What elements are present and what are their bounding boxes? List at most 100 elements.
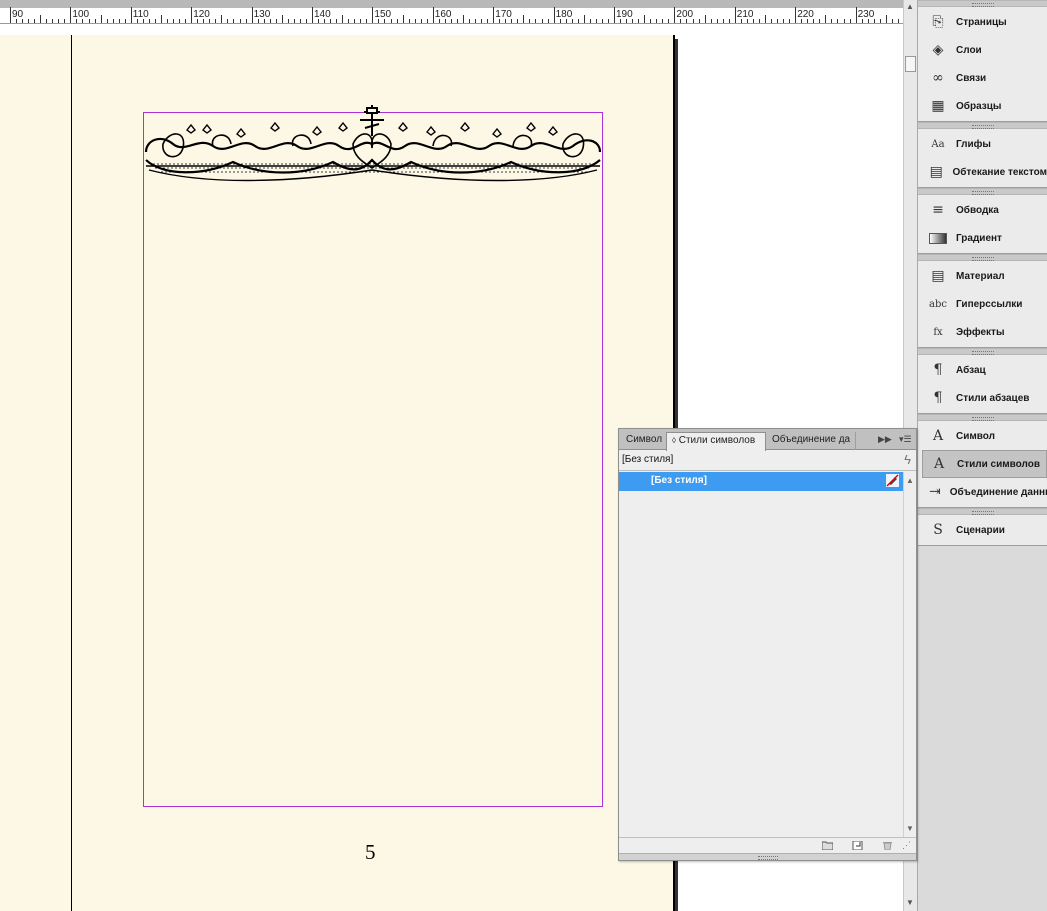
- current-style-label: [Без стиля]: [622, 454, 674, 465]
- dock-item[interactable]: fx Эффекты: [918, 318, 1047, 346]
- dock-item[interactable]: ⎘ Страницы: [918, 8, 1047, 36]
- styles-list[interactable]: [Без стиля]: [619, 472, 903, 837]
- ruler-major-tick: [795, 7, 797, 23]
- style-row-label: [Без стиля]: [651, 475, 707, 486]
- dock-item-label: Сценарии: [956, 524, 1005, 536]
- scroll-up-arrow-icon[interactable]: ▲: [906, 2, 914, 11]
- ruler-minor-tick: [861, 19, 863, 23]
- ruler-minor-tick: [650, 19, 652, 23]
- dock-group-grip[interactable]: [918, 188, 1047, 195]
- dock-item[interactable]: ¶ Абзац: [918, 356, 1047, 384]
- list-scroll-down-icon[interactable]: ▼: [906, 824, 914, 833]
- ruler-major-tick: [251, 7, 253, 23]
- current-style-bar: [Без стиля] ϟ: [619, 450, 916, 471]
- dock-group-grip[interactable]: [918, 414, 1047, 421]
- ruler-minor-tick: [305, 19, 307, 23]
- ruler-minor-tick: [481, 19, 483, 23]
- dock-group-grip[interactable]: [918, 122, 1047, 129]
- ruler-minor-tick: [118, 19, 120, 23]
- ruler-minor-tick: [825, 15, 827, 23]
- ruler-minor-tick: [758, 19, 760, 23]
- dock-item-label: Глифы: [956, 138, 991, 150]
- ruler-minor-tick: [40, 15, 42, 23]
- panel-bottom-grip[interactable]: [619, 853, 916, 860]
- swatches-icon: ▦: [931, 98, 945, 114]
- dock-item[interactable]: ⇥ Объединение данных: [918, 478, 1047, 506]
- ruler-minor-tick: [499, 19, 501, 23]
- tab-data-merge[interactable]: Объединение да: [767, 432, 856, 450]
- dock-item[interactable]: abc Гиперссылки: [918, 290, 1047, 318]
- dock-group: ⎘ Страницы ◈ Слои ∞ Связи ▦ Образцы: [918, 7, 1047, 122]
- ruler-minor-tick: [704, 15, 706, 23]
- ruler-label: 120: [193, 9, 210, 20]
- new-group-folder-icon[interactable]: [822, 841, 833, 850]
- ruler-minor-tick: [209, 19, 211, 23]
- dock-group-grip[interactable]: [918, 0, 1047, 7]
- ruler-minor-tick: [607, 19, 609, 23]
- dock-item[interactable]: ▤ Обтекание текстом: [918, 158, 1047, 186]
- ruler-minor-tick: [239, 19, 241, 23]
- collapse-panel-icon[interactable]: ▶▶: [878, 434, 892, 445]
- dock-item[interactable]: S Сценарии: [918, 516, 1047, 544]
- ruler-minor-tick: [263, 19, 265, 23]
- dock-item[interactable]: ▤ Материал: [918, 262, 1047, 290]
- dock-item[interactable]: ∞ Связи: [918, 64, 1047, 92]
- dock-group-grip[interactable]: [918, 254, 1047, 261]
- ruler-minor-tick: [843, 19, 845, 23]
- ruler-minor-tick: [88, 19, 90, 23]
- styles-list-scrollbar[interactable]: ▲ ▼: [903, 472, 916, 837]
- ruler-minor-tick: [469, 19, 471, 23]
- style-row[interactable]: [Без стиля]: [619, 472, 903, 491]
- dock-item[interactable]: ◈ Слои: [918, 36, 1047, 64]
- ornamental-header-image[interactable]: [143, 100, 603, 192]
- document-page[interactable]: 5: [72, 35, 675, 911]
- margin-guides: [143, 112, 603, 807]
- ruler-minor-tick: [64, 19, 66, 23]
- dock-group-grip[interactable]: [918, 348, 1047, 355]
- panel-menu-icon[interactable]: ▾☰: [899, 434, 912, 445]
- ruler-minor-tick: [450, 19, 452, 23]
- dock-item[interactable]: A Символ: [918, 422, 1047, 450]
- ruler-major-tick: [734, 7, 736, 23]
- ruler-minor-tick: [632, 19, 634, 23]
- resize-grip-icon[interactable]: ⋰: [902, 840, 911, 851]
- dock-item[interactable]: ¶ Стили абзацев: [918, 384, 1047, 412]
- horizontal-ruler[interactable]: 90 100 110 120 130 140 150 160 170 180 190 200 210 22…: [0, 0, 903, 24]
- dock-item[interactable]: Aa Глифы: [918, 130, 1047, 158]
- ruler-minor-tick: [541, 19, 543, 23]
- ruler-major-tick: [70, 7, 72, 23]
- ruler-minor-tick: [94, 19, 96, 23]
- gradient-icon: [929, 232, 947, 244]
- dock-item-label: Эффекты: [956, 326, 1005, 338]
- ruler-minor-tick: [336, 19, 338, 23]
- ruler-minor-tick: [686, 19, 688, 23]
- ruler-minor-tick: [565, 19, 567, 23]
- delete-style-trash-icon[interactable]: [882, 841, 893, 850]
- dock-item[interactable]: ▦ Образцы: [918, 92, 1047, 120]
- ruler-major-tick: [10, 7, 11, 23]
- tab-character-styles[interactable]: ◊ Стили символов: [666, 432, 766, 451]
- ruler-minor-tick: [692, 19, 694, 23]
- scroll-thumb[interactable]: [905, 56, 916, 72]
- dock-item[interactable]: A Стили символов: [922, 450, 1047, 478]
- ruler-minor-tick: [154, 19, 156, 23]
- ruler-label: 230: [857, 9, 875, 20]
- dock-item[interactable]: Градиент: [918, 224, 1047, 252]
- ruler-minor-tick: [801, 19, 803, 23]
- character-icon: A: [932, 428, 944, 444]
- ruler-label: 170: [495, 9, 512, 20]
- new-style-icon[interactable]: [852, 841, 863, 850]
- ruler-minor-tick: [46, 19, 48, 23]
- clear-overrides-icon[interactable]: ϟ: [904, 452, 911, 467]
- ruler-minor-tick: [167, 19, 169, 23]
- character-styles-panel[interactable]: Символ ◊ Стили символов Объединение да ▶…: [618, 428, 917, 861]
- list-scroll-up-icon[interactable]: ▲: [906, 476, 914, 485]
- tab-reorder-icon: ◊: [672, 436, 676, 445]
- dock-group-grip[interactable]: [918, 508, 1047, 515]
- scroll-down-arrow-icon[interactable]: ▼: [906, 898, 914, 907]
- tab-character[interactable]: Символ: [621, 432, 667, 450]
- ruler-minor-tick: [656, 19, 658, 23]
- ruler-minor-tick: [897, 19, 899, 23]
- dock-item[interactable]: ≡ Обводка: [918, 196, 1047, 224]
- ruler-minor-tick: [142, 19, 144, 23]
